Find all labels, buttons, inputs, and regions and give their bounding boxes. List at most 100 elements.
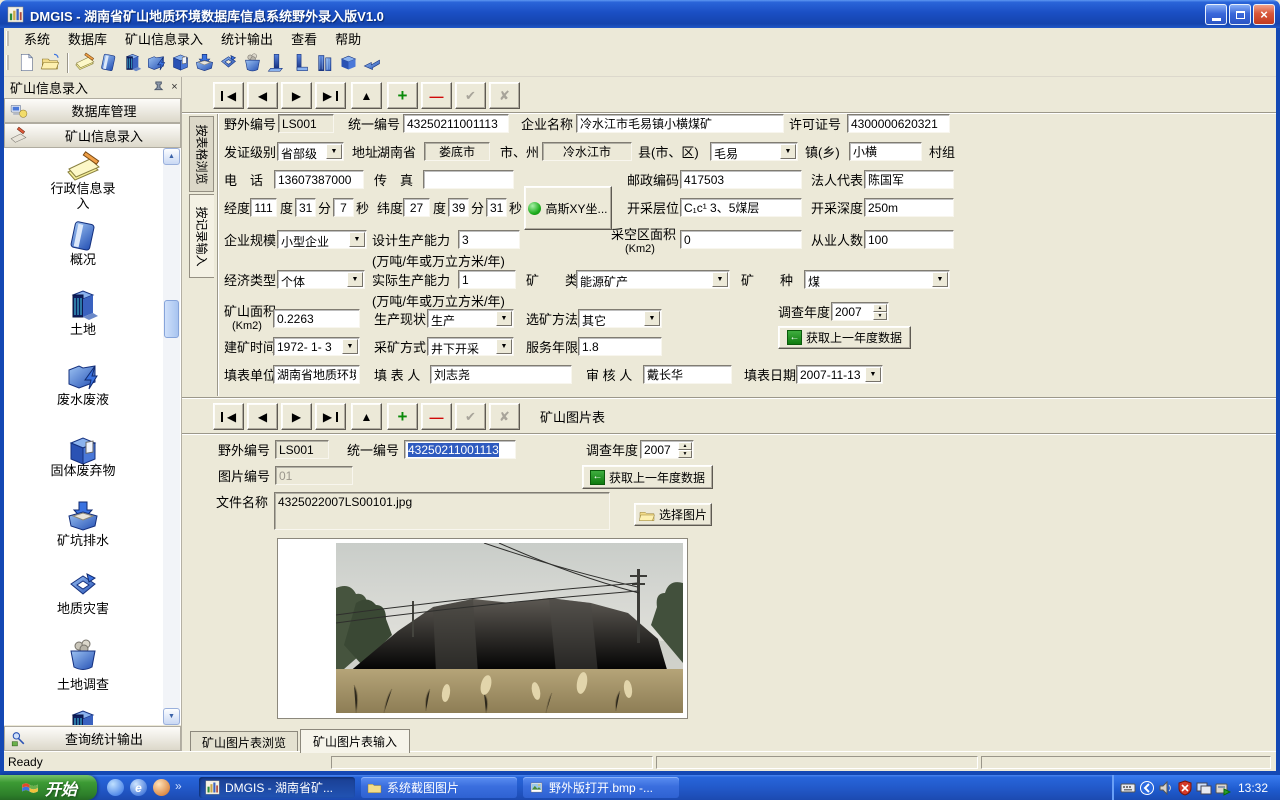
antivirus-shield-icon[interactable] <box>1177 780 1193 796</box>
start-button[interactable]: 开始 <box>0 775 97 800</box>
reviewer-input[interactable] <box>643 365 732 384</box>
latitude-deg-input[interactable] <box>403 198 430 217</box>
get-prev-year-button[interactable]: ←获取上一年度数据 <box>778 326 911 349</box>
city-input[interactable] <box>424 142 490 161</box>
spinner-buttons[interactable]: ▲▼ <box>678 442 692 457</box>
file-name-box[interactable]: 4325022007LS00101.jpg <box>274 492 610 530</box>
pit-drainage-icon[interactable] <box>193 51 216 74</box>
nav1-post-button[interactable]: ✔ <box>455 82 486 109</box>
spin-up-icon[interactable]: ▲ <box>873 304 887 312</box>
nav2-delete-button[interactable]: — <box>421 403 452 430</box>
quick-launch-more-icon[interactable]: » <box>175 779 182 793</box>
nav2-cancel-button[interactable]: ✘ <box>489 403 520 430</box>
sidebar-close-icon[interactable]: × <box>167 79 182 94</box>
chevron-down-icon[interactable]: ▼ <box>326 144 342 159</box>
tab-picture-browse[interactable]: 矿山图片表浏览 <box>190 731 298 753</box>
chevron-down-icon[interactable]: ▼ <box>780 144 796 159</box>
notebook-icon[interactable] <box>65 218 101 254</box>
mine-class-dropdown[interactable]: 能源矿产▼ <box>576 270 730 289</box>
minimize-button[interactable] <box>1205 4 1227 25</box>
quick-launch-clock-icon[interactable] <box>153 779 170 796</box>
unified-code-input[interactable] <box>403 114 509 133</box>
menu-mine-info-entry[interactable]: 矿山信息录入 <box>116 27 212 50</box>
geo-hazard-icon[interactable] <box>217 51 240 74</box>
pin-icon[interactable] <box>152 79 167 94</box>
lf-unified-code-input[interactable]: 43250211001113 <box>404 440 516 459</box>
chevron-down-icon[interactable]: ▼ <box>342 339 358 354</box>
tab-browse-by-table[interactable]: 按表格浏览 <box>189 116 214 192</box>
menu-statistics-output[interactable]: 统计输出 <box>212 27 282 50</box>
longitude-min-input[interactable] <box>295 198 316 217</box>
lf-field-code-input[interactable] <box>275 440 329 459</box>
build-time-dropdown[interactable]: 1972- 1- 3▼ <box>273 337 360 356</box>
tab-input-by-record[interactable]: 按记录输入 <box>189 194 214 278</box>
column-icon[interactable] <box>265 51 288 74</box>
longitude-sec-input[interactable] <box>333 198 354 217</box>
building-icon[interactable] <box>65 287 101 323</box>
sidebar-item-waste-water[interactable]: 废水废液 <box>4 392 162 407</box>
chevron-down-icon[interactable]: ▼ <box>712 272 728 287</box>
chevron-down-icon[interactable]: ▼ <box>496 339 512 354</box>
enterprise-name-input[interactable] <box>576 114 784 133</box>
nav1-next-button[interactable]: ▶ <box>281 82 312 109</box>
chevron-down-icon[interactable]: ▼ <box>347 272 363 287</box>
employees-input[interactable] <box>864 230 954 249</box>
nav2-first-button[interactable]: ◀ <box>213 403 244 430</box>
license-no-input[interactable] <box>847 114 950 133</box>
license-level-dropdown[interactable]: 省部级▼ <box>277 142 344 161</box>
latitude-min-input[interactable] <box>448 198 469 217</box>
nav1-cancel-button[interactable]: ✘ <box>489 82 520 109</box>
chevron-down-icon[interactable]: ▼ <box>644 311 660 326</box>
chevron-down-icon[interactable]: ▼ <box>349 232 365 247</box>
drive-run-icon[interactable] <box>1215 780 1231 796</box>
economic-type-dropdown[interactable]: 个体▼ <box>277 270 365 289</box>
scrollbar-thumb[interactable] <box>164 300 179 338</box>
ruler-icon[interactable] <box>289 51 312 74</box>
production-status-dropdown[interactable]: 生产▼ <box>427 309 514 328</box>
chevron-down-icon[interactable]: ▼ <box>496 311 512 326</box>
land-survey-icon[interactable] <box>241 51 264 74</box>
sidebar-item-pit-drainage[interactable]: 矿坑排水 <box>4 533 162 548</box>
language-circle-icon[interactable] <box>1139 780 1155 796</box>
enterprise-scale-dropdown[interactable]: 小型企业▼ <box>277 230 367 249</box>
form-person-input[interactable] <box>430 365 572 384</box>
taskbar-window-dmgis[interactable]: DMGIS - 湖南省矿... <box>199 777 355 798</box>
field-code-input[interactable] <box>278 114 334 133</box>
basket-icon[interactable] <box>65 637 101 673</box>
mine-kind-dropdown[interactable]: 煤▼ <box>804 270 950 289</box>
gauss-xy-button[interactable]: 高斯XY坐... <box>524 186 612 230</box>
network-monitor-icon[interactable] <box>1196 780 1212 796</box>
lf-get-prev-year-button[interactable]: ←获取上一年度数据 <box>582 465 713 489</box>
form-date-dropdown[interactable]: 2007-11-13▼ <box>796 365 883 384</box>
speaker-icon[interactable] <box>1158 780 1174 796</box>
nav1-first-button[interactable]: ◀ <box>213 82 244 109</box>
taskbar-window-bmp[interactable]: 野外版打开.bmp -... <box>523 777 679 798</box>
design-capacity-input[interactable] <box>458 230 520 249</box>
nav2-post-button[interactable]: ✔ <box>455 403 486 430</box>
phone-input[interactable] <box>274 170 364 189</box>
sidebar-item-overview[interactable]: 概况 <box>4 252 162 267</box>
fax-input[interactable] <box>423 170 514 189</box>
archive-box-icon[interactable] <box>337 51 360 74</box>
sidebar-item-admin-entry[interactable]: 行政信息录入 <box>4 181 162 211</box>
sidebar-item-geo-hazard[interactable]: 地质灾害 <box>4 601 162 616</box>
select-picture-button[interactable]: 选择图片 <box>634 503 712 526</box>
postcode-input[interactable] <box>680 170 802 189</box>
menu-view[interactable]: 查看 <box>282 27 326 50</box>
scroll-down-icon[interactable]: ▼ <box>163 708 180 725</box>
survey-year-spinner[interactable]: 2007▲▼ <box>831 302 889 321</box>
nav1-top-button[interactable]: ▲ <box>351 82 382 109</box>
nav2-top-button[interactable]: ▲ <box>351 403 382 430</box>
goaf-area-input[interactable] <box>680 230 802 249</box>
picture-no-input[interactable] <box>275 466 353 485</box>
twin-towers-icon[interactable] <box>313 51 336 74</box>
county-dropdown[interactable]: 毛易▼ <box>710 142 798 161</box>
menu-database[interactable]: 数据库 <box>59 27 116 50</box>
nav1-last-button[interactable]: ▶ <box>315 82 346 109</box>
nav1-prev-button[interactable]: ◀ <box>247 82 278 109</box>
quick-launch-msn-icon[interactable] <box>107 779 124 796</box>
open-folder-icon[interactable] <box>39 51 62 74</box>
nav2-prev-button[interactable]: ◀ <box>247 403 278 430</box>
mining-depth-input[interactable] <box>864 198 954 217</box>
restore-button[interactable] <box>1229 4 1251 25</box>
